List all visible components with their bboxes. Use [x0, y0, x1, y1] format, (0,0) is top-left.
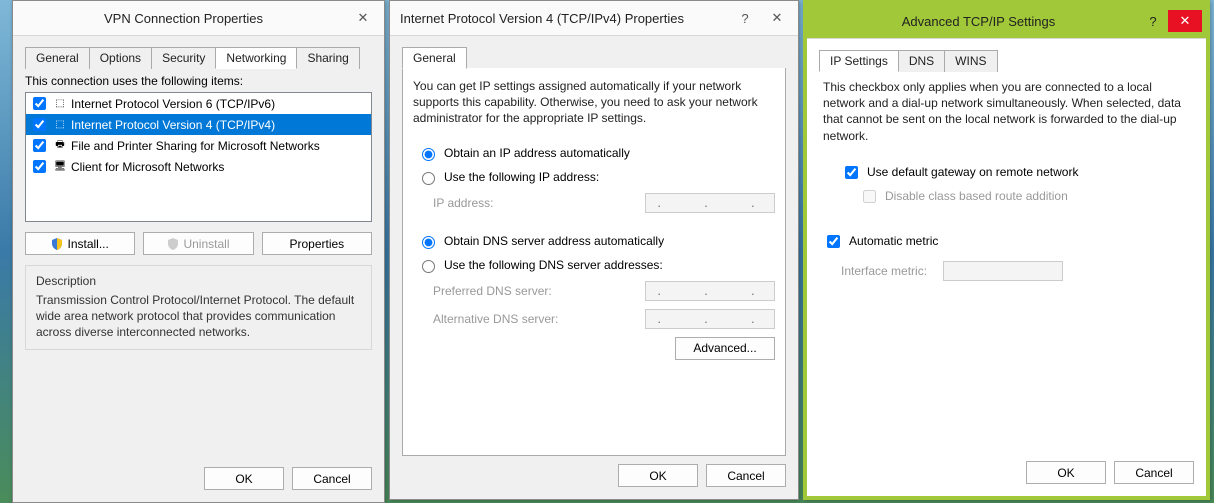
- item-checkbox[interactable]: [33, 118, 46, 131]
- radio-ip-auto[interactable]: [422, 148, 435, 161]
- dialog-title: VPN Connection Properties: [23, 11, 344, 26]
- service-icon: 🖶: [53, 139, 67, 153]
- intro-text: You can get IP settings assigned automat…: [413, 78, 775, 127]
- item-label: Internet Protocol Version 6 (TCP/IPv6): [71, 97, 275, 111]
- titlebar[interactable]: Internet Protocol Version 4 (TCP/IPv4) P…: [390, 1, 798, 36]
- uses-label: This connection uses the following items…: [25, 74, 372, 88]
- close-icon[interactable]: ✕: [346, 7, 380, 29]
- ok-button[interactable]: OK: [204, 467, 284, 490]
- list-item[interactable]: ⬚ Internet Protocol Version 6 (TCP/IPv6): [26, 93, 371, 114]
- help-icon[interactable]: ?: [1140, 10, 1166, 32]
- install-button[interactable]: Install...: [25, 232, 135, 255]
- list-item[interactable]: 🖶 File and Printer Sharing for Microsoft…: [26, 135, 371, 156]
- tabs: General: [402, 46, 786, 69]
- tab-general[interactable]: General: [25, 47, 90, 69]
- cancel-button[interactable]: Cancel: [1114, 461, 1194, 484]
- shield-icon: [51, 238, 63, 250]
- titlebar[interactable]: Advanced TCP/IP Settings ? ✕: [807, 4, 1206, 39]
- item-label: Internet Protocol Version 4 (TCP/IPv4): [71, 118, 275, 132]
- description-label: Description: [36, 274, 361, 288]
- close-icon[interactable]: ✕: [760, 7, 794, 29]
- pref-dns-label: Preferred DNS server:: [433, 284, 645, 298]
- item-checkbox[interactable]: [33, 97, 46, 110]
- intro-text: This checkbox only applies when you are …: [823, 79, 1190, 144]
- properties-button[interactable]: Properties: [262, 232, 372, 255]
- ok-button[interactable]: OK: [618, 464, 698, 487]
- alt-dns-input: [645, 309, 775, 329]
- tab-networking[interactable]: Networking: [215, 47, 297, 69]
- radio-dns-auto[interactable]: [422, 236, 435, 249]
- description-group: Description Transmission Control Protoco…: [25, 265, 372, 350]
- tab-general[interactable]: General: [402, 47, 467, 69]
- interface-metric-input: [943, 261, 1063, 281]
- radio-dns-auto-label: Obtain DNS server address automatically: [444, 234, 664, 248]
- advanced-button[interactable]: Advanced...: [675, 337, 775, 360]
- shield-icon: [167, 238, 179, 250]
- pref-dns-input: [645, 281, 775, 301]
- item-label: Client for Microsoft Networks: [71, 160, 224, 174]
- auto-metric-label: Automatic metric: [849, 234, 938, 248]
- advanced-tcpip-dialog: Advanced TCP/IP Settings ? ✕ IP Settings…: [803, 0, 1210, 500]
- list-item[interactable]: 🖥 Client for Microsoft Networks: [26, 156, 371, 177]
- tab-security[interactable]: Security: [151, 47, 216, 69]
- interface-metric-label: Interface metric:: [841, 264, 931, 278]
- ip-address-input: [645, 193, 775, 213]
- radio-dns-manual-label: Use the following DNS server addresses:: [444, 258, 663, 272]
- vpn-properties-dialog: VPN Connection Properties ✕ General Opti…: [12, 0, 385, 503]
- auto-metric-checkbox[interactable]: [827, 235, 840, 248]
- network-items-list[interactable]: ⬚ Internet Protocol Version 6 (TCP/IPv6)…: [25, 92, 372, 222]
- tab-wins[interactable]: WINS: [944, 50, 997, 72]
- network-protocol-icon: ⬚: [53, 118, 67, 132]
- tabs: General Options Security Networking Shar…: [25, 46, 372, 69]
- tab-ipsettings[interactable]: IP Settings: [819, 50, 899, 72]
- radio-dns-manual[interactable]: [422, 260, 435, 273]
- network-protocol-icon: ⬚: [53, 97, 67, 111]
- cancel-button[interactable]: Cancel: [706, 464, 786, 487]
- radio-ip-auto-label: Obtain an IP address automatically: [444, 146, 630, 160]
- titlebar[interactable]: VPN Connection Properties ✕: [13, 1, 384, 36]
- ipv4-properties-dialog: Internet Protocol Version 4 (TCP/IPv4) P…: [389, 0, 799, 500]
- ok-button[interactable]: OK: [1026, 461, 1106, 484]
- tab-dns[interactable]: DNS: [898, 50, 945, 72]
- radio-ip-manual[interactable]: [422, 172, 435, 185]
- default-gateway-label: Use default gateway on remote network: [867, 165, 1078, 179]
- class-route-label: Disable class based route addition: [885, 189, 1068, 203]
- item-checkbox[interactable]: [33, 139, 46, 152]
- dialog-title: Internet Protocol Version 4 (TCP/IPv4) P…: [400, 11, 732, 26]
- alt-dns-label: Alternative DNS server:: [433, 312, 645, 326]
- class-route-checkbox: [863, 190, 876, 203]
- radio-ip-manual-label: Use the following IP address:: [444, 170, 599, 184]
- item-checkbox[interactable]: [33, 160, 46, 173]
- dialog-title: Advanced TCP/IP Settings: [817, 14, 1140, 29]
- help-icon[interactable]: ?: [732, 7, 758, 29]
- cancel-button[interactable]: Cancel: [292, 467, 372, 490]
- list-item[interactable]: ⬚ Internet Protocol Version 4 (TCP/IPv4): [26, 114, 371, 135]
- ip-address-label: IP address:: [433, 196, 645, 210]
- description-text: Transmission Control Protocol/Internet P…: [36, 292, 361, 341]
- tabs: IP Settings DNS WINS: [819, 49, 1194, 72]
- client-icon: 🖥: [53, 160, 67, 174]
- item-label: File and Printer Sharing for Microsoft N…: [71, 139, 320, 153]
- tab-sharing[interactable]: Sharing: [296, 47, 359, 69]
- tab-options[interactable]: Options: [89, 47, 152, 69]
- default-gateway-checkbox[interactable]: [845, 166, 858, 179]
- uninstall-button: Uninstall: [143, 232, 253, 255]
- close-icon[interactable]: ✕: [1168, 10, 1202, 32]
